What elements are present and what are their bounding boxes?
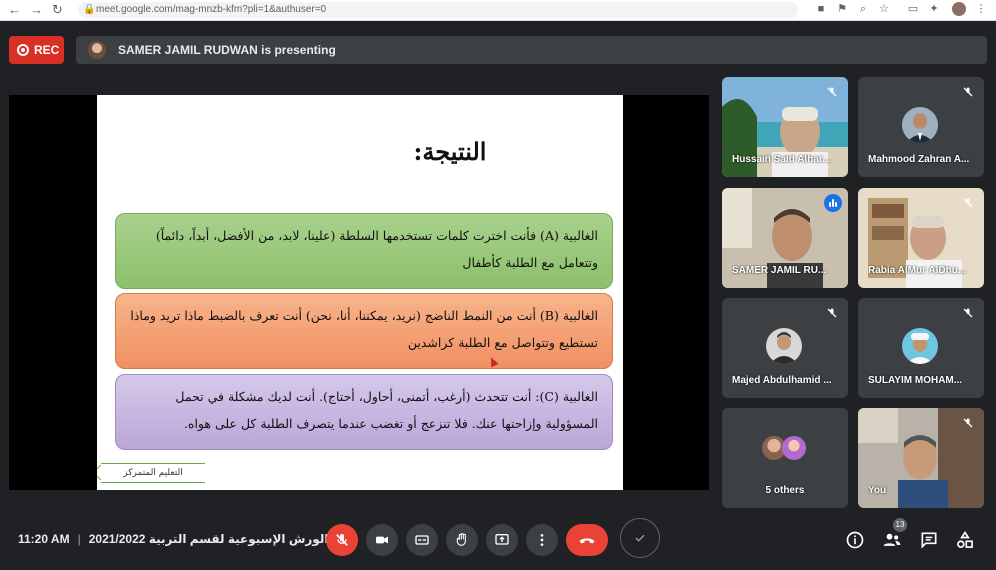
participant-tile[interactable]: Hussain Said Alhar... — [722, 77, 848, 177]
slide-box-b: الغالبية (B) أنت من النمط الناضج (نريد، … — [115, 293, 613, 369]
present-screen-button[interactable] — [486, 524, 518, 556]
participant-name: Majed Abdulhamid ... — [732, 375, 832, 386]
speaking-indicator-icon — [824, 194, 842, 212]
presenter-avatar — [88, 41, 106, 59]
address-bar[interactable]: 🔒 meet.google.com/mag-mnzb-kfm?pli=1&aut… — [78, 2, 798, 18]
people-icon — [883, 533, 901, 546]
presentation-slide: النتيجة: الغالبية (A) فأنت اخترت كلمات ت… — [97, 95, 623, 490]
reload-icon[interactable]: ↻ — [52, 2, 63, 18]
recording-badge[interactable]: REC — [9, 36, 64, 64]
mic-off-icon — [962, 306, 974, 318]
confirm-button[interactable] — [620, 518, 660, 558]
record-icon — [17, 44, 29, 56]
participant-name: SAMER JAMIL RU... — [732, 265, 827, 276]
participant-name: You — [868, 485, 887, 496]
activities-icon — [957, 530, 973, 548]
activities-button[interactable] — [955, 530, 975, 550]
camera-toggle-button[interactable] — [366, 524, 398, 556]
hand-icon — [456, 533, 466, 546]
menu-dots-icon[interactable]: ⋮ — [975, 3, 987, 15]
check-icon — [635, 534, 645, 542]
more-options-button[interactable] — [526, 524, 558, 556]
presentation-stage: النتيجة: الغالبية (A) فأنت اخترت كلمات ت… — [9, 95, 709, 490]
others-tile[interactable]: 5 others — [722, 408, 848, 508]
url-text: meet.google.com/mag-mnzb-kfm?pli=1&authu… — [96, 4, 327, 15]
participant-name: Rabia AlMur AlDhu... — [868, 265, 967, 276]
meeting-info: 11:20 AM | الورش الإسبوعية لقسم التربية 20… — [18, 532, 328, 546]
profile-avatar[interactable] — [952, 2, 966, 16]
clock-time: 11:20 AM — [18, 532, 70, 546]
participant-name: SULAYIM MOHAM... — [868, 375, 963, 386]
camera-indicator-icon[interactable]: ■ — [815, 3, 827, 15]
hang-up-icon — [579, 538, 595, 544]
raise-hand-button[interactable] — [446, 524, 478, 556]
translate-icon[interactable]: ⚑ — [836, 3, 848, 15]
forward-arrow-icon[interactable]: → — [30, 2, 43, 18]
chat-icon — [921, 532, 937, 549]
extension-icon[interactable]: ▭ — [907, 3, 919, 15]
zoom-icon[interactable]: ⌕ — [857, 3, 869, 15]
slide-footer-tag: التعليم المتمركز — [101, 463, 205, 483]
chat-button[interactable] — [919, 530, 939, 550]
mic-off-icon — [826, 85, 838, 97]
mic-off-icon — [826, 306, 838, 318]
mic-off-icon — [962, 416, 974, 428]
browser-toolbar: ← → ↻ 🔒 meet.google.com/mag-mnzb-kfm?pli… — [0, 0, 996, 21]
presenting-text: SAMER JAMIL RUDWAN is presenting — [118, 43, 336, 57]
camera-icon — [376, 536, 388, 544]
participant-avatar — [902, 107, 938, 143]
participant-avatar — [782, 436, 806, 460]
slide-title: النتيجة: — [413, 137, 487, 166]
info-icon — [846, 531, 864, 549]
participant-name: Mahmood Zahran A... — [868, 154, 970, 165]
leave-call-button[interactable] — [566, 524, 608, 556]
back-arrow-icon[interactable]: ← — [8, 2, 21, 18]
captions-button[interactable] — [406, 524, 438, 556]
meeting-title: الورش الإسبوعية لقسم التربية 2021/2022 — [88, 532, 329, 546]
lock-icon: 🔒 — [83, 4, 96, 15]
slide-box-c: الغالبية (C): أنت تتحدث (أرغب، أتمنى، أح… — [115, 374, 613, 450]
mic-off-icon — [336, 534, 348, 546]
participant-count-badge: 13 — [893, 518, 907, 532]
participant-tile[interactable]: Rabia AlMur AlDhu... — [858, 188, 984, 288]
slide-box-a: الغالبية (A) فأنت اخترت كلمات تستخدمها ا… — [115, 213, 613, 289]
participant-tile[interactable]: Majed Abdulhamid ... — [722, 298, 848, 398]
mic-off-icon — [962, 196, 974, 208]
mic-toggle-button[interactable] — [326, 524, 358, 556]
self-tile[interactable]: You — [858, 408, 984, 508]
rec-label: REC — [34, 43, 60, 57]
participant-tile[interactable]: Mahmood Zahran A... — [858, 77, 984, 177]
captions-icon — [415, 535, 429, 545]
participant-avatar — [902, 328, 938, 364]
participant-tile[interactable]: SULAYIM MOHAM... — [858, 298, 984, 398]
people-button[interactable] — [882, 530, 902, 550]
puzzle-icon[interactable]: ✦ — [928, 3, 940, 15]
participant-tile[interactable]: SAMER JAMIL RU... — [722, 188, 848, 288]
presenting-banner: SAMER JAMIL RUDWAN is presenting — [76, 36, 987, 64]
present-icon — [495, 534, 509, 545]
more-vert-icon — [540, 534, 544, 546]
mic-off-icon — [962, 85, 974, 97]
bookmark-star-icon[interactable]: ☆ — [878, 3, 890, 15]
meeting-details-button[interactable] — [845, 530, 865, 550]
participant-avatar — [766, 328, 802, 364]
participant-name: Hussain Said Alhar... — [732, 154, 831, 165]
separator: | — [77, 532, 81, 546]
others-count: 5 others — [765, 485, 805, 496]
